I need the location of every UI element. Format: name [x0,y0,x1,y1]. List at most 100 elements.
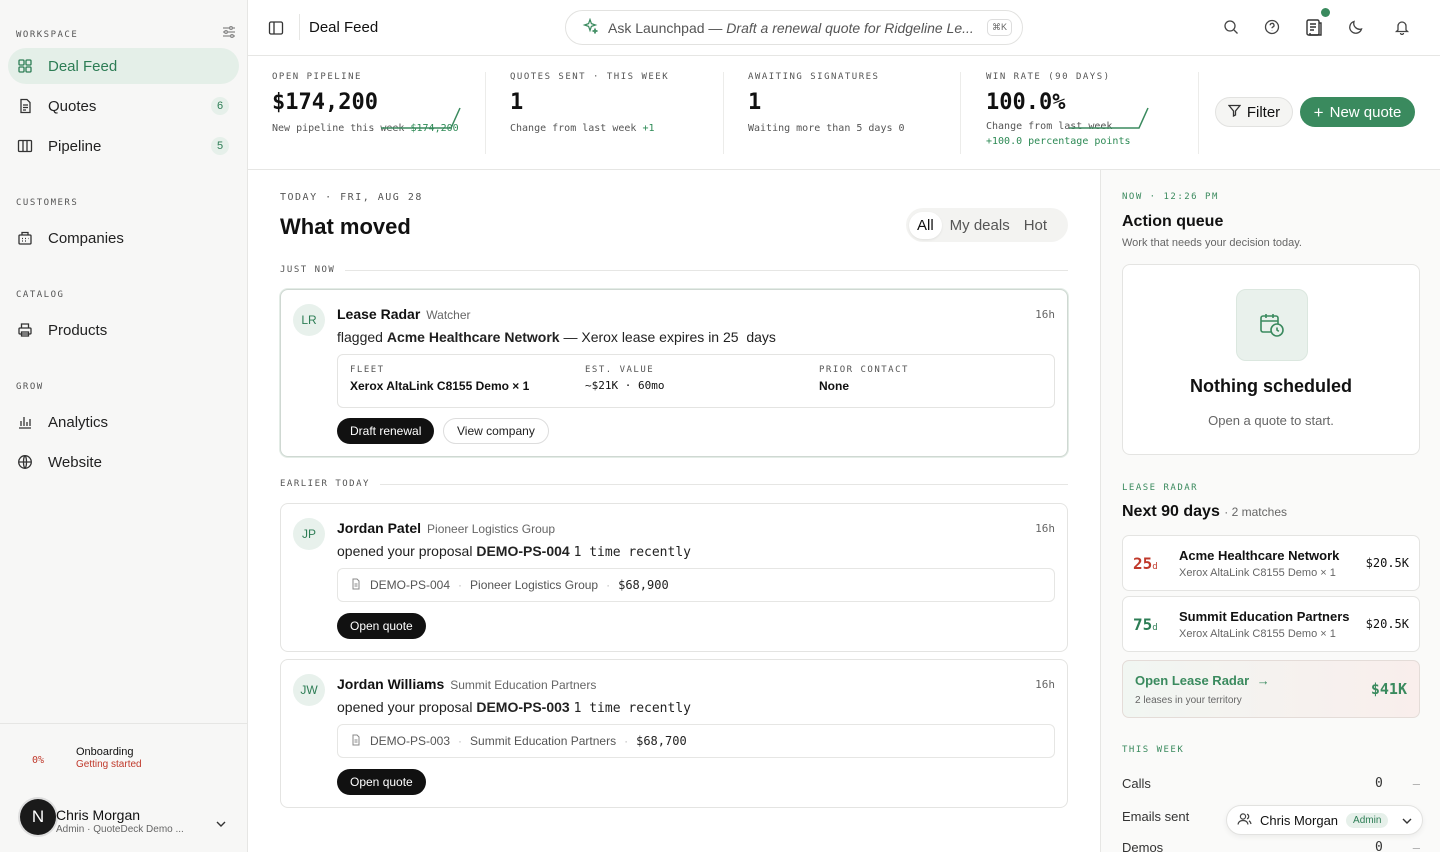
field-value: None [819,379,849,393]
sidebar-item-companies[interactable]: Companies [8,220,239,256]
company-link[interactable]: Acme Healthcare Network [387,329,560,345]
new-quote-label: New quote [1329,103,1402,121]
filter-button[interactable]: Filter [1215,97,1293,127]
week-row-delta: – [1412,776,1420,791]
catalog-label: CATALOG [16,290,65,300]
stat-label: QUOTES SENT · THIS WEEK [510,72,670,82]
notes-icon[interactable] [1303,8,1330,38]
ask-prefix: Ask Launchpad — [608,19,727,36]
building-icon [16,229,34,247]
tab-my-deals[interactable]: My deals [942,212,1018,239]
open-quote-button[interactable]: Open quote [337,613,426,639]
queue-title: Action queue [1122,213,1224,230]
stat-sub: Waiting more than 5 days 0 [748,123,905,134]
days-unit: d [1152,623,1158,633]
search-icon[interactable] [1220,16,1242,38]
card-message: opened your proposal DEMO-PS-003 1 time … [337,699,691,716]
moon-icon[interactable] [1345,16,1367,38]
message-prefix: opened your proposal [337,699,473,715]
message-prefix: opened your proposal [337,543,473,559]
columns-icon [16,137,34,155]
quote-chip[interactable]: DEMO-PS-003 · Summit Education Partners … [337,724,1055,758]
bell-icon[interactable] [1391,16,1413,38]
lease-row[interactable]: 75d Summit Education Partners Xerox Alta… [1122,596,1420,652]
onboarding-progress[interactable]: 0% [18,742,58,778]
stat-sub: Change from last week +1 [510,123,669,134]
days-remaining: 75d [1133,615,1158,634]
quote-link[interactable]: DEMO-PS-003 [476,699,569,715]
sidebar-toggle-icon[interactable] [268,20,284,41]
sidebar-item-deal-feed[interactable]: Deal Feed [8,48,239,84]
sidebar-item-pipeline[interactable]: Pipeline 5 [8,128,239,164]
proposal-card: JW Jordan Williams Summit Education Partn… [280,659,1068,808]
chevron-down-icon [1402,813,1412,828]
sidebar-item-quotes[interactable]: Quotes 6 [8,88,239,124]
sidebar-item-analytics[interactable]: Analytics [8,404,239,440]
sidebar-settings-icon[interactable] [222,25,236,44]
sidebar-item-label: Analytics [48,413,109,431]
right-panel: NOW · 12:26 PM Action queue Work that ne… [1100,170,1440,852]
help-icon[interactable] [1261,16,1283,38]
ask-launchpad-input[interactable]: Ask Launchpad — Draft a renewal quote fo… [565,10,1023,45]
onboarding-percent: 0% [31,754,45,766]
section-label: EARLIER TODAY [280,479,370,489]
week-row-demos: Demos 0 – [1122,840,1420,852]
chevron-down-icon [216,815,226,833]
divider [379,483,1068,485]
stat-label: AWAITING SIGNATURES [748,72,880,82]
divider [1198,72,1199,154]
days-unit: d [1152,562,1158,572]
divider [485,72,486,154]
open-quote-button[interactable]: Open quote [337,769,426,795]
field-label: PRIOR CONTACT [819,365,909,375]
stat-sub-value: +100.0 percentage points [986,136,1131,147]
message-prefix: flagged [337,329,383,345]
device-name: Xerox AltaLink C8155 Demo × 1 [1179,567,1336,579]
chip-quote-id: DEMO-PS-003 [370,734,451,748]
notification-dot [1321,8,1330,17]
est-value-field: EST. VALUE ~$21K · 60mo [585,365,664,392]
view-company-button[interactable]: View company [443,418,549,444]
quote-link[interactable]: DEMO-PS-004 [476,543,569,559]
lease-row[interactable]: 25d Acme Healthcare Network Xerox AltaLi… [1122,535,1420,591]
open-lease-radar-sub: 2 leases in your territory [1135,695,1242,706]
grow-label: GROW [16,382,44,392]
author-org: Summit Education Partners [450,678,597,692]
field-value: Xerox AltaLink C8155 Demo × 1 [350,379,530,393]
tab-all[interactable]: All [909,211,942,239]
pipeline-count-badge: 5 [211,137,229,155]
quote-chip[interactable]: DEMO-PS-004 · Pioneer Logistics Group · … [337,568,1055,602]
message-suffix: — Xerox lease expires in 25 days [563,329,776,345]
sidebar-item-website[interactable]: Website [8,444,239,480]
onboarding-status: Getting started [76,759,142,770]
user-menu[interactable]: N Chris Morgan Admin · QuoteDeck Demo ..… [18,797,238,837]
sidebar-item-label: Companies [48,229,124,247]
sidebar-item-products[interactable]: Products [8,312,239,348]
divider [723,72,724,154]
avatar: JW [293,674,325,706]
sidebar: WORKSPACE Deal Feed Quotes 6 Pipeline 5 … [0,0,248,852]
file-icon [350,734,362,749]
open-lease-radar-link[interactable]: Open Lease Radar → [1135,673,1270,688]
user-switcher-pill[interactable]: Chris Morgan Admin [1226,805,1423,835]
week-row-label: Calls [1122,776,1151,791]
queue-empty-state: Nothing scheduled Open a quote to start. [1122,264,1420,455]
field-label: FLEET [350,365,385,375]
empty-subtitle: Open a quote to start. [1208,413,1334,428]
chip-org: Summit Education Partners [470,734,617,748]
open-lease-radar-card[interactable]: Open Lease Radar → 2 leases in your terr… [1122,660,1420,718]
draft-renewal-button[interactable]: Draft renewal [337,418,435,444]
separator: · [458,578,463,592]
section-label: JUST NOW [280,265,336,275]
sidebar-item-label: Pipeline [48,137,102,155]
stat-sub-value: +1 [642,123,655,134]
filter-icon [1227,104,1242,121]
page-title: Deal Feed [309,19,379,36]
onboarding-text[interactable]: Onboarding Getting started [76,746,142,770]
onboarding-title: Onboarding [76,746,134,758]
arrow-right-icon: → [1256,673,1270,688]
workspace-header: WORKSPACE [16,25,236,44]
new-quote-button[interactable]: + New quote [1300,97,1415,127]
tab-hot[interactable]: Hot [1018,212,1053,239]
card-author: Jordan Patel Pioneer Logistics Group [337,520,555,536]
